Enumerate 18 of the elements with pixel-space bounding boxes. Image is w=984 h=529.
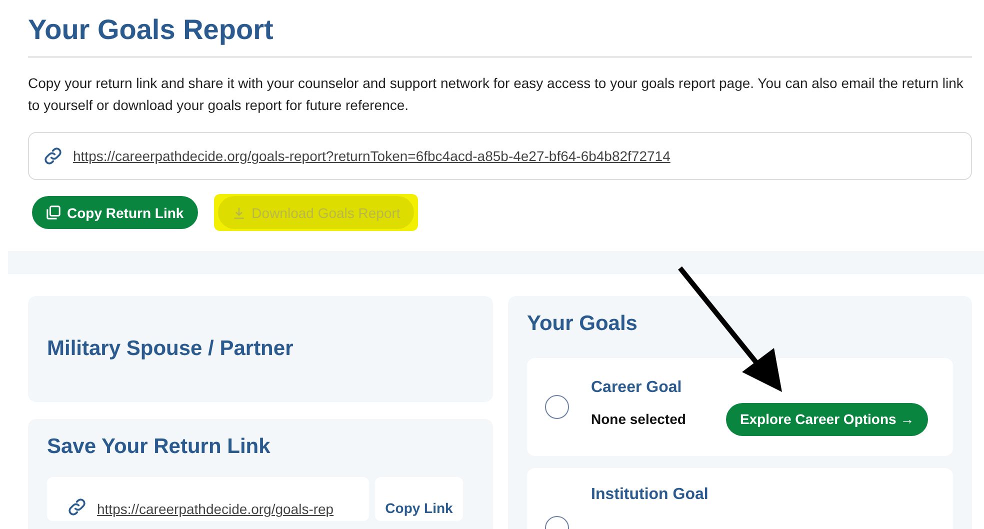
- intro-text: Copy your return link and share it with your counselor and support network for easy access to your goals report page. You can also email the return link to yourself or download your goals report for future reference.: [28, 74, 964, 115]
- copy-icon: [46, 205, 61, 220]
- card-title: Your Goals: [527, 312, 638, 336]
- page-title: Your Goals Report: [28, 14, 972, 58]
- return-link[interactable]: https://careerpathdecide.org/goals-report?returnToken=6fbc4acd-a85b-4e27-bf64-6b4b82f72714: [73, 148, 670, 164]
- download-icon: [232, 206, 246, 220]
- copy-link-button[interactable]: Copy Return Link: [32, 196, 198, 229]
- radio-button[interactable]: [545, 395, 569, 419]
- goal-title: Career Goal: [591, 378, 683, 396]
- copy-link-button[interactable]: Copy Link: [375, 477, 463, 521]
- goal-value: None selected: [591, 411, 686, 427]
- link-icon: [67, 497, 87, 517]
- explore-button[interactable]: Explore Career Options →: [726, 402, 928, 436]
- return-link[interactable]: https://careerpathdecide.org/goals-rep: [97, 501, 334, 517]
- link-icon: [43, 146, 63, 166]
- card-title: Military Spouse / Partner: [47, 337, 294, 361]
- goal-title: Institution Goal: [591, 486, 708, 504]
- card-title: Save Your Return Link: [47, 435, 272, 459]
